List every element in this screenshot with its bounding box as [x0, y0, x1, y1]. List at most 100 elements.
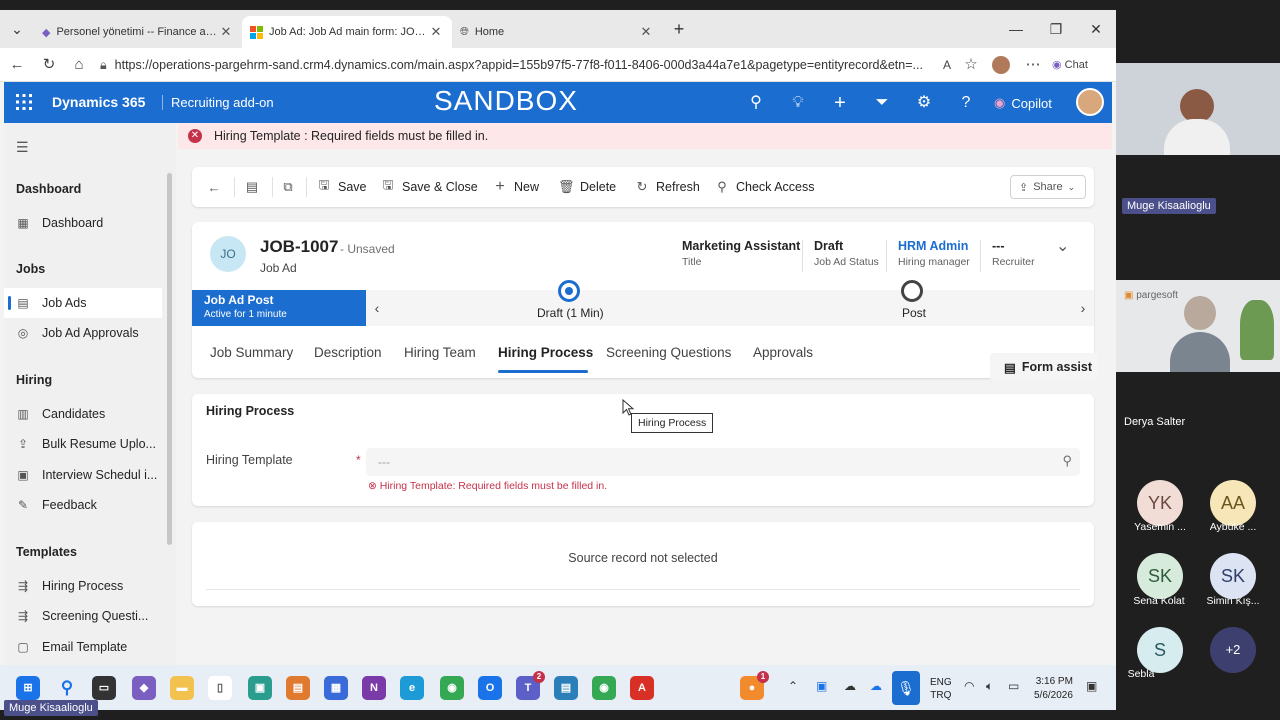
- filter-icon[interactable]: ⏷: [870, 91, 894, 115]
- remote-desktop-icon[interactable]: ▣: [248, 676, 272, 700]
- tab-approvals[interactable]: Approvals: [753, 345, 813, 360]
- help-icon[interactable]: ?: [954, 91, 978, 115]
- hamburger-icon[interactable]: ☰: [16, 139, 29, 156]
- sidebar-item-job-ads[interactable]: ▤ Job Ads: [4, 288, 162, 318]
- tab-job-summary[interactable]: Job Summary: [210, 345, 293, 360]
- check-access-button[interactable]: ⚲ Check Access: [714, 177, 814, 197]
- process-active-flyout[interactable]: Job Ad Post Active for 1 minute: [192, 290, 366, 326]
- tab-hiring-process[interactable]: Hiring Process: [498, 345, 593, 360]
- input-language[interactable]: ENG TRQ: [930, 676, 952, 702]
- sidebar-scrollbar[interactable]: [167, 173, 172, 545]
- back-icon[interactable]: ←: [4, 53, 30, 77]
- url-field[interactable]: 🔒︎ https://operations-pargehrm-sand.crm4…: [100, 52, 980, 78]
- hiring-manager-link[interactable]: HRM Admin: [898, 239, 970, 253]
- task-view-icon[interactable]: ▭: [92, 676, 116, 700]
- copilot-chat-button[interactable]: ◉ Chat: [1052, 53, 1108, 77]
- notification-message[interactable]: Hiring Template : Required fields must b…: [214, 129, 488, 143]
- tray-app-icon[interactable]: ▣: [816, 679, 827, 693]
- close-icon[interactable]: ✕: [428, 24, 444, 40]
- browser-tab-home[interactable]: 🌐︎ Home ✕: [452, 16, 662, 48]
- edge-icon[interactable]: e: [400, 676, 424, 700]
- brand-name[interactable]: Dynamics 365: [52, 94, 145, 110]
- app-name[interactable]: Recruiting add-on: [162, 95, 274, 110]
- wifi-icon[interactable]: ◠: [964, 679, 974, 693]
- onedrive-icon[interactable]: ☁: [870, 679, 882, 693]
- clock[interactable]: 3:16 PM 5/6/2026: [1034, 675, 1073, 703]
- sidebar-item-screening-questions[interactable]: ⇶ Screening Questi...: [4, 601, 162, 631]
- sidebar-item-hiring-process[interactable]: ⇶ Hiring Process: [4, 571, 162, 601]
- app-icon[interactable]: ▦: [324, 676, 348, 700]
- user-avatar[interactable]: [1076, 88, 1104, 116]
- minimize-button[interactable]: —: [996, 16, 1036, 42]
- tab-screening-questions[interactable]: Screening Questions: [606, 345, 731, 360]
- search-icon[interactable]: ⚲: [55, 676, 79, 700]
- new-button[interactable]: + New: [492, 177, 539, 197]
- search-icon[interactable]: ⚲: [1062, 453, 1072, 469]
- browser-app-icon[interactable]: ● 1: [740, 671, 769, 700]
- notifications-icon[interactable]: ▣: [1086, 679, 1097, 693]
- search-icon[interactable]: ⚲: [744, 91, 768, 115]
- participant-avatar[interactable]: SK: [1210, 553, 1256, 599]
- plus-icon[interactable]: +: [828, 91, 852, 115]
- browser-tab-job-ad[interactable]: Job Ad: Job Ad main form: JOB-10 ✕: [242, 16, 452, 48]
- start-icon[interactable]: ⊞: [16, 676, 40, 700]
- favorite-star-icon[interactable]: ☆: [958, 53, 984, 77]
- more-participants-button[interactable]: +2: [1210, 627, 1256, 673]
- open-new-window-button[interactable]: ⧉: [280, 177, 302, 197]
- teams-icon[interactable]: T2: [516, 671, 545, 700]
- close-window-button[interactable]: ✕: [1076, 16, 1116, 42]
- battery-icon[interactable]: ▭: [1008, 679, 1019, 693]
- share-button[interactable]: ⇪ Share ⌄: [1010, 175, 1086, 199]
- participant-avatar[interactable]: SK: [1137, 553, 1183, 599]
- stage-post-icon[interactable]: [901, 280, 923, 302]
- sidebar-item-candidates[interactable]: ▥ Candidates: [4, 399, 162, 429]
- browser-tab-finance[interactable]: ◆ Personel yönetimi -- Finance and ( ✕: [34, 16, 242, 48]
- sidebar-item-email-template[interactable]: ▢ Email Template: [4, 632, 162, 662]
- more-icon[interactable]: ⋯: [1020, 53, 1046, 77]
- chrome-profile-icon[interactable]: ◉: [592, 676, 616, 700]
- onenote-icon[interactable]: N: [362, 676, 386, 700]
- sidebar-item-bulk-resume-upload[interactable]: ⇪ Bulk Resume Uplo...: [4, 429, 162, 459]
- save-button[interactable]: 🖫︎ Save: [316, 177, 366, 197]
- file-explorer-icon[interactable]: ▬: [170, 676, 194, 700]
- gear-icon[interactable]: ⚙: [912, 91, 936, 115]
- sidebar-item-dashboard[interactable]: ▦ Dashboard: [4, 208, 162, 238]
- outlook-icon[interactable]: O: [478, 676, 502, 700]
- tab-list-icon[interactable]: ⌄: [0, 16, 34, 42]
- microphone-button[interactable]: 🎙︎: [892, 671, 920, 705]
- record-set-button[interactable]: ▤: [244, 177, 266, 197]
- back-button[interactable]: ←: [206, 177, 228, 197]
- delete-button[interactable]: 🗑︎ Delete: [558, 177, 616, 197]
- home-icon[interactable]: ⌂: [66, 53, 92, 77]
- read-aloud-icon[interactable]: A: [934, 53, 960, 77]
- sidebar-item-interview-scheduling[interactable]: ▣ Interview Schedul i...: [4, 460, 162, 490]
- chrome-icon[interactable]: ◉: [440, 676, 464, 700]
- tab-hiring-team[interactable]: Hiring Team: [404, 345, 476, 360]
- sidebar-item-job-ad-approvals[interactable]: ◎ Job Ad Approvals: [4, 318, 162, 348]
- new-tab-button[interactable]: +: [662, 16, 696, 42]
- hiring-template-lookup[interactable]: --- ⚲: [366, 448, 1080, 476]
- reload-icon[interactable]: ↻: [36, 53, 62, 77]
- participant-avatar[interactable]: AA: [1210, 480, 1256, 526]
- stage-draft-label[interactable]: Draft (1 Min): [537, 306, 604, 320]
- profile-avatar-icon[interactable]: [988, 53, 1014, 77]
- save-close-button[interactable]: 🖫︎ Save & Close: [380, 177, 477, 197]
- stage-post-label[interactable]: Post: [902, 306, 926, 320]
- m365-icon[interactable]: ◆: [132, 676, 156, 700]
- form-assist-button[interactable]: ▤ Form assist: [990, 353, 1098, 381]
- chevron-up-icon[interactable]: ⌃: [788, 679, 798, 693]
- stage-current-icon[interactable]: [558, 280, 580, 302]
- volume-icon[interactable]: 🔈︎: [986, 679, 993, 694]
- restore-button[interactable]: ❐: [1036, 16, 1076, 42]
- close-icon[interactable]: ✕: [638, 24, 654, 40]
- app-launcher-icon[interactable]: [14, 92, 34, 112]
- notes-icon[interactable]: ▤: [554, 676, 578, 700]
- sidebar-item-feedback[interactable]: ✎ Feedback: [4, 490, 162, 520]
- chevron-right-icon[interactable]: ›: [1074, 298, 1092, 318]
- copilot-button[interactable]: ◉ Copilot: [994, 90, 1070, 116]
- lightbulb-icon[interactable]: 💡︎: [786, 91, 810, 115]
- acrobat-icon[interactable]: A: [630, 676, 654, 700]
- participant-avatar[interactable]: S: [1137, 627, 1183, 673]
- notepad-icon[interactable]: ▯: [208, 676, 232, 700]
- tab-description[interactable]: Description: [314, 345, 382, 360]
